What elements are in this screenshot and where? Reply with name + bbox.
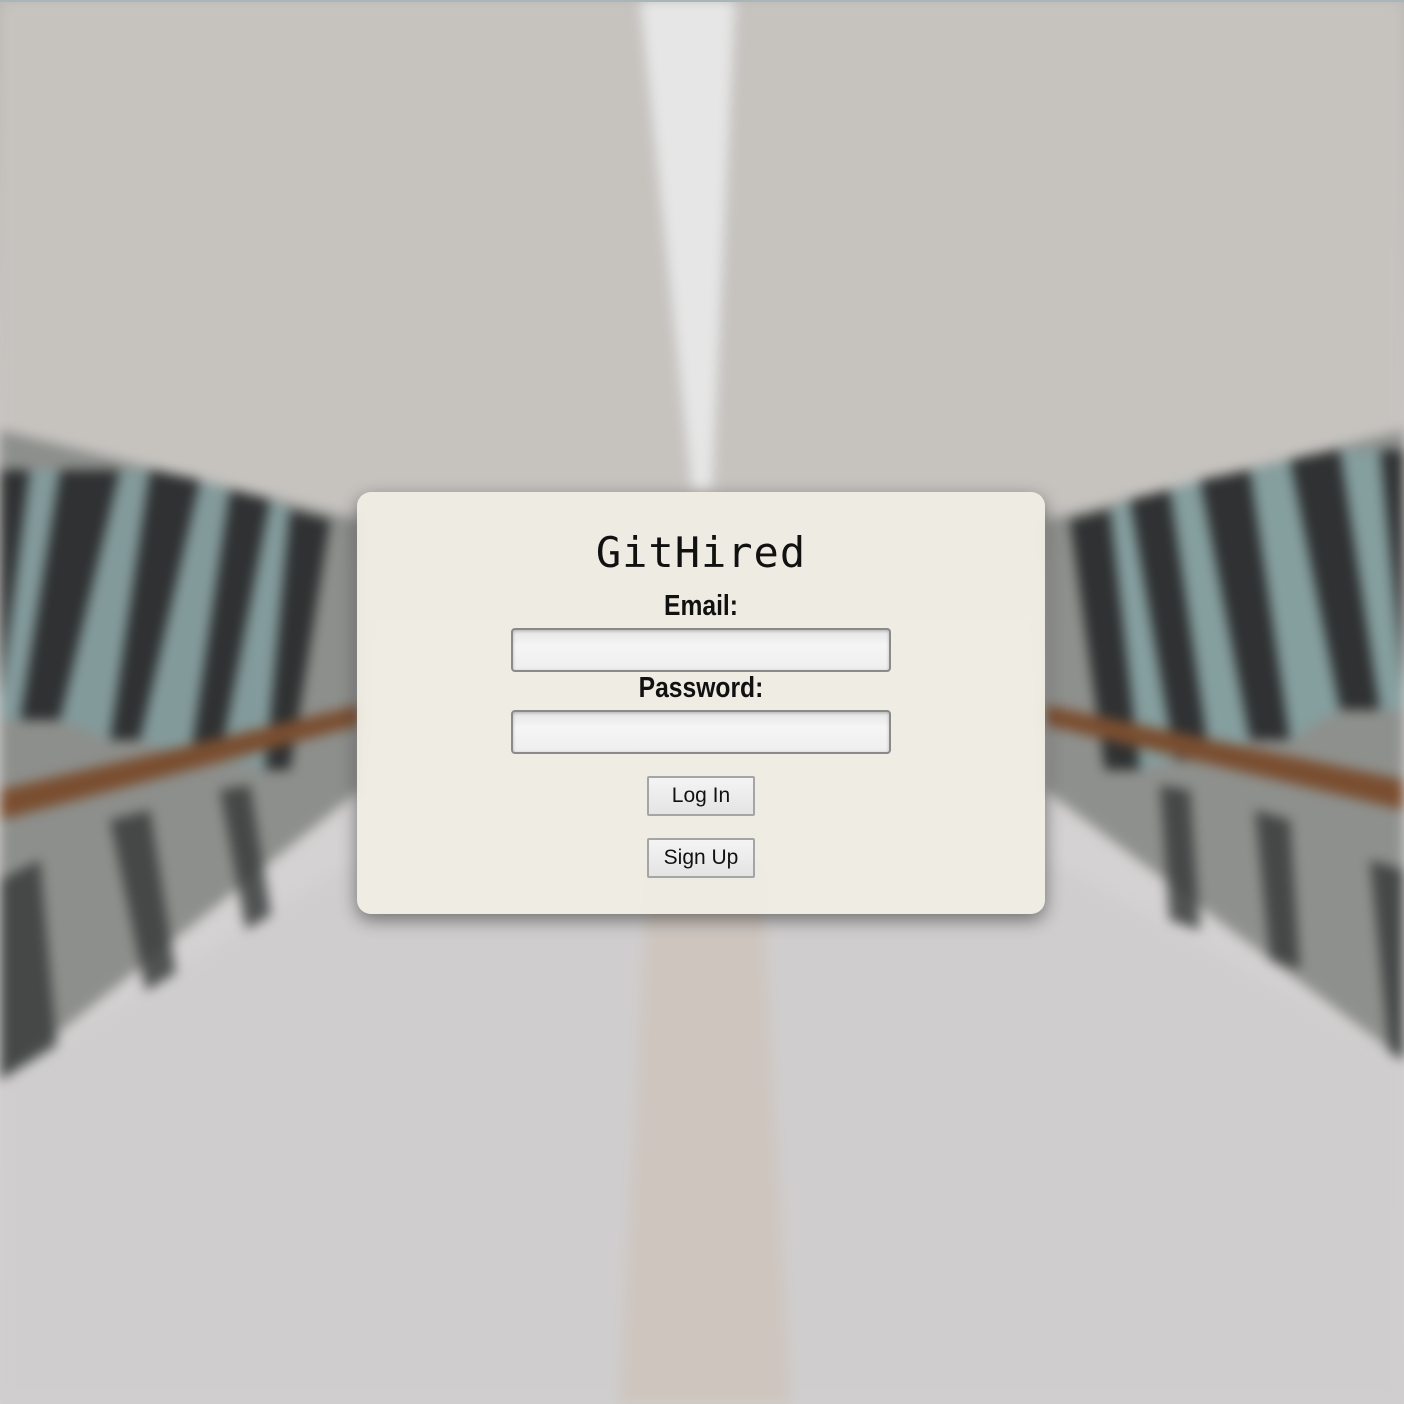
password-field[interactable] xyxy=(511,710,891,754)
login-button[interactable]: Log In xyxy=(647,776,755,816)
email-field[interactable] xyxy=(511,628,891,672)
email-label: Email: xyxy=(664,590,738,622)
signup-button[interactable]: Sign Up xyxy=(647,838,755,878)
app-title: GitHired xyxy=(595,528,807,577)
login-card: GitHired Email: Password: Log In Sign Up xyxy=(357,492,1045,914)
password-label: Password: xyxy=(638,672,764,704)
top-border xyxy=(0,0,1404,2)
